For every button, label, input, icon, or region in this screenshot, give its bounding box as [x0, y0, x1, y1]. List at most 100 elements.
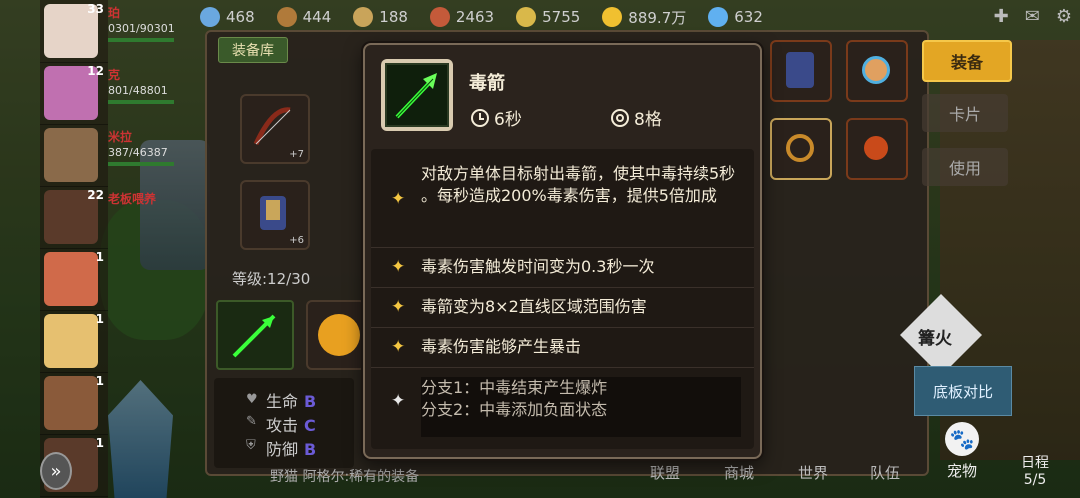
- member-level: 1: [95, 312, 104, 326]
- skill-description-list: ✦ 对敌方单体目标射出毒箭，使其中毒持续5秒 。每秒造成200%毒素伤害，提供5…: [371, 149, 754, 449]
- diamond-icon: [708, 7, 729, 27]
- poison-arrow-icon: [395, 73, 437, 119]
- stats-box: ♥ 生命 B ✎ 攻击 C ⛨ 防御 B: [214, 378, 354, 468]
- member-name: 珀: [108, 6, 121, 20]
- star-icon: ✦: [391, 391, 406, 411]
- pet-button[interactable]: 🐾 宠物: [930, 418, 994, 490]
- card-tab-button[interactable]: 卡片: [922, 94, 1008, 132]
- hp-bar: [108, 162, 174, 166]
- party-member[interactable]: 33: [40, 0, 108, 63]
- orb-icon: [318, 314, 360, 356]
- member-name: 克: [108, 68, 121, 82]
- nav-alliance[interactable]: 联盟: [650, 462, 680, 483]
- nav-team[interactable]: 队伍: [870, 462, 900, 483]
- resource-item: 5755: [516, 7, 580, 27]
- party-member[interactable]: 1: [40, 310, 108, 373]
- armor-icon: [260, 196, 286, 230]
- sword-icon: ✎: [246, 414, 257, 429]
- resource-bar: 468 444 188 2463 5755 889.7万 632: [200, 0, 1080, 34]
- bow-icon: [253, 107, 291, 146]
- coin-icon: [602, 7, 623, 27]
- star-icon: ✦: [391, 257, 406, 277]
- bow-equip-slot[interactable]: +7: [240, 94, 310, 164]
- ring-slot-gold[interactable]: [770, 118, 832, 180]
- star-icon: ✦: [391, 337, 406, 357]
- member-level: 22: [87, 188, 104, 202]
- ring-icon: [786, 134, 814, 162]
- stone-icon: [353, 7, 374, 27]
- skill-effect-row: ✦ 毒箭变为8×2直线区域范围伤害: [371, 287, 754, 328]
- compare-button[interactable]: 底板对比: [914, 366, 1012, 416]
- gear-icon[interactable]: ⚙: [1056, 6, 1072, 27]
- schedule-button[interactable]: 日程 5/5: [1010, 452, 1060, 488]
- skill-duration: 6秒: [471, 105, 522, 130]
- nav-world[interactable]: 世界: [798, 462, 828, 483]
- stat-defense: 防御 B: [266, 440, 317, 459]
- party-member[interactable]: 1: [40, 372, 108, 435]
- armor-icon: [786, 52, 814, 88]
- nav-shop[interactable]: 商城: [724, 462, 754, 483]
- member-hp: 0301/90301: [108, 22, 175, 35]
- member-level: 33: [87, 2, 104, 16]
- mail-icon[interactable]: ✉: [1025, 6, 1040, 27]
- armor-equip-slot[interactable]: +6: [240, 180, 310, 250]
- avatar: [44, 376, 98, 430]
- red-orb-slot[interactable]: [306, 300, 366, 370]
- gem-ring-icon: [862, 56, 890, 84]
- skill-tooltip: 毒箭 6秒 8格 ✦ 对敌方单体目标射出毒箭，使其中毒持续5秒 。每秒造成200…: [363, 43, 762, 459]
- expand-arrow-button[interactable]: »: [40, 452, 72, 490]
- bonfire-label: 篝火: [918, 329, 952, 349]
- member-name: 老板喂养: [108, 192, 157, 206]
- necklace-slot[interactable]: [846, 118, 908, 180]
- member-name: 米拉: [108, 130, 133, 144]
- heart-icon: ♥: [246, 392, 258, 407]
- resource-item: 468: [200, 7, 255, 27]
- chat-message[interactable]: 野猫 阿格尔:稀有的装备: [270, 466, 419, 486]
- armor-slot-right[interactable]: [770, 40, 832, 102]
- wood-icon: [276, 7, 297, 27]
- member-hp: 387/46387: [108, 146, 168, 159]
- shield-icon: ⛨: [246, 438, 256, 453]
- star-icon: ✦: [391, 297, 406, 317]
- ring-slot-right[interactable]: [846, 40, 908, 102]
- hp-bar: [108, 38, 174, 42]
- equip-tab-button[interactable]: 装备: [922, 40, 1012, 82]
- hp-bar: [108, 100, 174, 104]
- party-member[interactable]: [40, 124, 108, 187]
- stat-attack: 攻击 C: [266, 416, 316, 435]
- clock-icon: [471, 108, 489, 127]
- skill-effect-row: ✦ 毒素伤害能够产生暴击: [371, 327, 754, 368]
- target-icon: [611, 108, 629, 127]
- meat-icon: [429, 7, 450, 27]
- use-button[interactable]: 使用: [922, 148, 1008, 186]
- equipment-library-tab[interactable]: 装备库: [218, 37, 288, 63]
- poison-arrow-skill-slot[interactable]: [216, 300, 294, 370]
- skill-effect-row: ✦ 毒素伤害触发时间变为0.3秒一次: [371, 247, 754, 288]
- stat-hp: 生命 B: [266, 392, 317, 411]
- paw-icon: 🐾: [945, 422, 979, 456]
- party-member[interactable]: 1: [40, 248, 108, 311]
- member-hp: 801/48801: [108, 84, 168, 97]
- member-level: 1: [95, 250, 104, 264]
- avatar: [44, 128, 98, 182]
- necklace-icon: [864, 136, 888, 160]
- add-icon[interactable]: ✚: [994, 6, 1009, 27]
- top-icons: ✚ ✉ ⚙: [994, 6, 1072, 27]
- member-level: 12: [87, 64, 104, 78]
- party-member[interactable]: 22: [40, 186, 108, 249]
- resource-item: 632: [708, 7, 763, 27]
- member-level: 1: [95, 374, 104, 388]
- skill-name: 毒箭: [469, 73, 505, 94]
- resource-item: 2463: [429, 7, 494, 27]
- party-member[interactable]: 12: [40, 62, 108, 125]
- resource-item: 889.7万: [602, 7, 686, 28]
- star-icon: ✦: [391, 189, 406, 209]
- gem-icon: [200, 7, 220, 27]
- gold-bar-icon: [516, 7, 537, 27]
- skill-icon-frame: [381, 59, 453, 131]
- poison-arrow-icon: [232, 314, 276, 358]
- skill-branch-row: ✦ 分支1：中毒结束产生爆炸 分支2：中毒添加负面状态: [371, 367, 754, 437]
- skill-effect-row: ✦ 对敌方单体目标射出毒箭，使其中毒持续5秒 。每秒造成200%毒素伤害，提供5…: [371, 149, 754, 248]
- skill-range: 8格: [611, 105, 662, 130]
- avatar: [44, 252, 98, 306]
